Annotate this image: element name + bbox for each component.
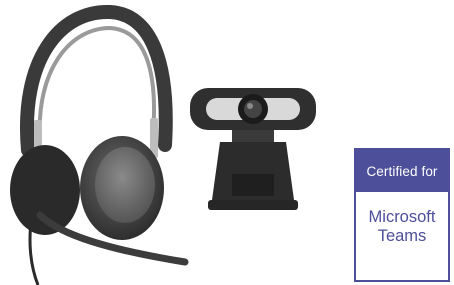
certified-for-teams-badge: Certified for Microsoft Teams	[354, 148, 450, 282]
badge-header: Certified for	[356, 150, 448, 192]
badge-line-microsoft: Microsoft	[368, 208, 436, 226]
webcam-icon	[190, 88, 316, 210]
badge-line-teams: Teams	[377, 227, 427, 245]
headset-icon	[10, 4, 189, 285]
product-scene: Certified for Microsoft Teams	[0, 0, 454, 285]
badge-body: Microsoft Teams	[356, 192, 448, 246]
